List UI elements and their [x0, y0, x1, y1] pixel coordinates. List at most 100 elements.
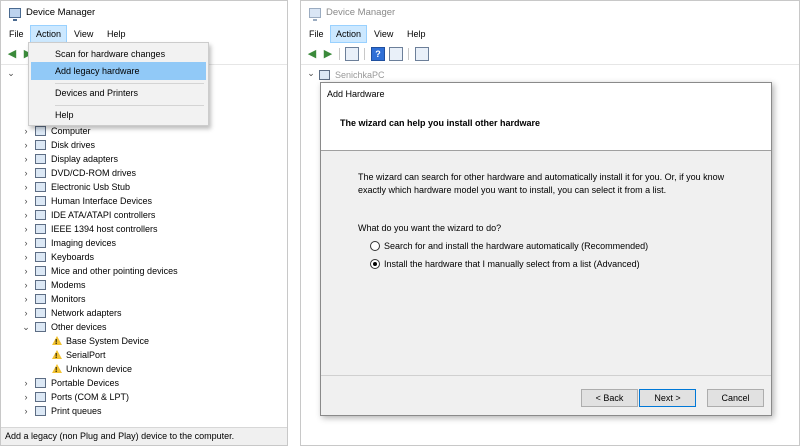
- device-category-icon: [35, 378, 46, 388]
- tree-item-label: Unknown device: [66, 364, 133, 374]
- radio-label: Search for and install the hardware auto…: [384, 241, 649, 251]
- device-category-icon: [35, 266, 46, 276]
- tree-category[interactable]: › Mice and other pointing devices: [1, 264, 281, 278]
- toolbar: ◀ ▶ ?: [301, 43, 799, 65]
- device-category-icon: [35, 224, 46, 234]
- tree-category[interactable]: › Monitors: [1, 292, 281, 306]
- tree-category[interactable]: › Computer: [1, 124, 281, 138]
- tree-category[interactable]: › Print queues: [1, 404, 281, 418]
- chevron-right-icon[interactable]: ›: [22, 376, 30, 390]
- tree-category[interactable]: › Portable Devices: [1, 376, 281, 390]
- tree-item-label: Mice and other pointing devices: [51, 266, 178, 276]
- back-arrow-icon[interactable]: ◀: [305, 47, 319, 61]
- chevron-right-icon[interactable]: ›: [22, 138, 30, 152]
- dialog-heading: The wizard can help you install other ha…: [340, 118, 541, 128]
- cancel-button[interactable]: Cancel: [707, 389, 764, 407]
- forward-arrow-icon[interactable]: ▶: [321, 47, 335, 61]
- dialog-title[interactable]: Add Hardware: [321, 83, 771, 105]
- tree-category[interactable]: › IDE ATA/ATAPI controllers: [1, 208, 281, 222]
- radio-button-selected[interactable]: [370, 259, 380, 269]
- menu-file[interactable]: File: [4, 25, 29, 43]
- chevron-down-icon[interactable]: ⌄: [22, 320, 30, 334]
- chevron-right-icon[interactable]: ›: [22, 236, 30, 250]
- toolbar-separator: [408, 48, 409, 60]
- radio-button[interactable]: [370, 241, 380, 251]
- device-category-icon: [35, 252, 46, 262]
- tree-category[interactable]: › Keyboards: [1, 250, 281, 264]
- tree-item-label: Other devices: [51, 322, 107, 332]
- device-category-icon: [35, 126, 46, 136]
- menu-item-add-legacy-hardware[interactable]: Add legacy hardware: [31, 62, 206, 80]
- chevron-right-icon[interactable]: ›: [22, 250, 30, 264]
- back-button[interactable]: < Back: [581, 389, 638, 407]
- title-bar[interactable]: Device Manager: [301, 1, 799, 25]
- back-arrow-icon[interactable]: ◀: [5, 47, 19, 61]
- menu-action[interactable]: Action: [30, 25, 68, 43]
- scan-hardware-icon[interactable]: [415, 47, 429, 61]
- tree-category[interactable]: › DVD/CD-ROM drives: [1, 166, 281, 180]
- radio-label: Install the hardware that I manually sel…: [384, 259, 640, 269]
- chevron-right-icon[interactable]: ›: [22, 152, 30, 166]
- show-hide-icon[interactable]: [389, 47, 403, 61]
- tree-category[interactable]: › IEEE 1394 host controllers: [1, 222, 281, 236]
- chevron-right-icon[interactable]: ›: [22, 222, 30, 236]
- device-manager-icon: [9, 8, 21, 21]
- chevron-down-icon[interactable]: ⌄: [307, 68, 315, 79]
- tree-category[interactable]: › Modems: [1, 278, 281, 292]
- device-category-icon: [35, 168, 46, 178]
- tree-category[interactable]: › Display adapters: [1, 152, 281, 166]
- tree-item-label: Ports (COM & LPT): [51, 392, 130, 402]
- chevron-right-icon[interactable]: ›: [22, 166, 30, 180]
- chevron-right-icon[interactable]: ›: [22, 208, 30, 222]
- tree-child-device[interactable]: Unknown device: [1, 362, 281, 378]
- device-category-icon: [35, 210, 46, 220]
- root-node-label[interactable]: SenichkaPC: [335, 68, 385, 82]
- tree-child-device[interactable]: Base System Device: [1, 334, 281, 350]
- dialog-description: The wizard can search for other hardware…: [358, 172, 725, 195]
- tree-category[interactable]: › Human Interface Devices: [1, 194, 281, 208]
- menu-help[interactable]: Help: [402, 25, 431, 43]
- tree-item-label: Network adapters: [51, 308, 122, 318]
- device-category-icon: [35, 392, 46, 402]
- tree-category[interactable]: › Imaging devices: [1, 236, 281, 250]
- tree-category[interactable]: › Ports (COM & LPT): [1, 390, 281, 404]
- dialog-header: The wizard can help you install other ha…: [321, 105, 771, 151]
- menu-view[interactable]: View: [69, 25, 98, 43]
- chevron-right-icon[interactable]: ›: [22, 278, 30, 292]
- chevron-right-icon[interactable]: ›: [22, 180, 30, 194]
- tree-item-label: Monitors: [51, 294, 86, 304]
- menu-item-devices-printers[interactable]: Devices and Printers: [31, 84, 206, 102]
- properties-icon[interactable]: [345, 47, 359, 61]
- help-icon[interactable]: ?: [371, 47, 385, 61]
- tree-item-label: Print queues: [51, 406, 102, 416]
- chevron-right-icon[interactable]: ›: [22, 194, 30, 208]
- menu-action[interactable]: Action: [330, 25, 368, 43]
- chevron-down-icon[interactable]: ⌄: [7, 68, 15, 79]
- toolbar-separator: [339, 48, 340, 60]
- tree-category[interactable]: › Electronic Usb Stub: [1, 180, 281, 194]
- chevron-right-icon[interactable]: ›: [22, 390, 30, 404]
- menu-item-scan-hardware[interactable]: Scan for hardware changes: [31, 45, 206, 63]
- chevron-right-icon[interactable]: ›: [22, 306, 30, 320]
- footer-divider: [321, 375, 771, 376]
- title-bar[interactable]: Device Manager: [1, 1, 287, 25]
- menu-file[interactable]: File: [304, 25, 329, 43]
- device-category-icon: [35, 154, 46, 164]
- next-button[interactable]: Next >: [639, 389, 696, 407]
- device-category-icon: [35, 322, 46, 332]
- tree-category[interactable]: › Disk drives: [1, 138, 281, 152]
- tree-item-label: Electronic Usb Stub: [51, 182, 131, 192]
- tree-category[interactable]: › Network adapters: [1, 306, 281, 320]
- tree-item-label: Computer: [51, 126, 91, 136]
- menu-view[interactable]: View: [369, 25, 398, 43]
- menu-item-help[interactable]: Help: [31, 106, 206, 124]
- chevron-right-icon[interactable]: ›: [22, 292, 30, 306]
- menu-help[interactable]: Help: [102, 25, 131, 43]
- device-category-icon: [35, 308, 46, 318]
- tree-category[interactable]: ⌄ Other devices: [1, 320, 281, 334]
- chevron-right-icon[interactable]: ›: [22, 404, 30, 418]
- chevron-right-icon[interactable]: ›: [22, 264, 30, 278]
- chevron-right-icon[interactable]: ›: [22, 124, 30, 138]
- tree-item-label: Human Interface Devices: [51, 196, 153, 206]
- tree-child-device[interactable]: SerialPort: [1, 348, 281, 364]
